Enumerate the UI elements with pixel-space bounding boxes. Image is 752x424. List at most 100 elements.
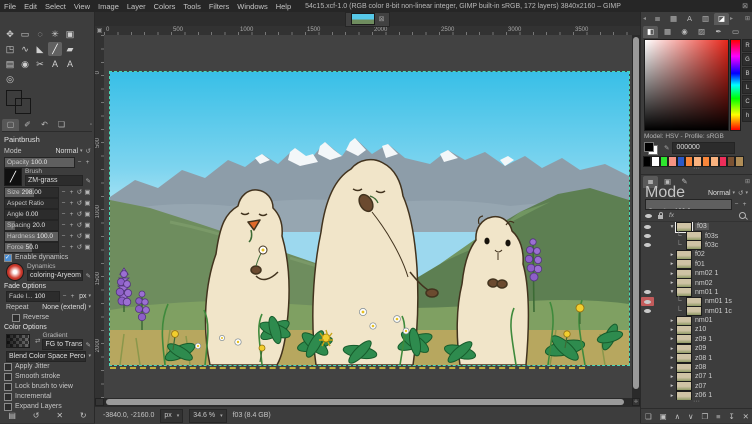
checkbox-icon[interactable] bbox=[4, 363, 12, 371]
expander-icon[interactable] bbox=[668, 355, 676, 361]
brush-thumbnail[interactable]: ╱ bbox=[4, 168, 22, 186]
layer-visibility-toggle[interactable] bbox=[641, 250, 654, 259]
layers-more[interactable]: ··· bbox=[641, 400, 752, 404]
layer-visibility-toggle[interactable] bbox=[641, 260, 654, 269]
bookmark-icon[interactable]: ▣ bbox=[84, 221, 91, 229]
saturation-value-square[interactable] bbox=[644, 39, 729, 131]
canvas-viewport[interactable] bbox=[104, 35, 632, 398]
palette-swatch[interactable] bbox=[727, 156, 735, 167]
dynamics-name[interactable]: coloring-Aryeom bbox=[27, 270, 83, 281]
layer-row[interactable]: f02 bbox=[641, 250, 752, 259]
raise-layer-button[interactable]: ∧ bbox=[675, 412, 681, 421]
horizontal-scrollbar[interactable] bbox=[104, 398, 632, 406]
layer-visibility-toggle[interactable] bbox=[641, 307, 654, 316]
scroll-left-icon[interactable]: ◂ bbox=[643, 15, 649, 22]
expander-icon[interactable] bbox=[668, 252, 676, 258]
decrement-button[interactable]: − bbox=[60, 211, 67, 218]
layer-row[interactable]: f01 bbox=[641, 260, 752, 269]
save-tool-preset-button[interactable]: ▤ bbox=[8, 411, 16, 420]
canvas-image[interactable] bbox=[110, 72, 629, 365]
delete-layer-button[interactable]: ✕ bbox=[743, 412, 749, 421]
menu-item[interactable]: View bbox=[70, 2, 94, 11]
expander-icon[interactable] bbox=[668, 280, 676, 286]
move-tool[interactable]: ✥ bbox=[3, 27, 17, 41]
menu-item[interactable]: Colors bbox=[150, 2, 180, 11]
menu-item[interactable]: Tools bbox=[179, 2, 205, 11]
layer-visibility-toggle[interactable] bbox=[641, 391, 654, 400]
opacity-slider[interactable]: Opacity 100.0 bbox=[4, 157, 75, 168]
option-slider[interactable]: Force 50.0 bbox=[4, 242, 59, 253]
expander-icon[interactable] bbox=[668, 383, 676, 389]
layer-row[interactable]: nm02 bbox=[641, 278, 752, 287]
edit-brush-icon[interactable]: ✎ bbox=[86, 177, 91, 185]
merge-layer-button[interactable]: ≡ bbox=[716, 412, 720, 421]
channel-button[interactable]: h bbox=[742, 109, 752, 122]
expander-icon[interactable] bbox=[668, 289, 676, 295]
layer-thumbnail[interactable] bbox=[676, 391, 692, 400]
fonts-tab[interactable]: A bbox=[682, 13, 697, 25]
checkbox-icon[interactable] bbox=[4, 383, 12, 391]
delete-tool-preset-button[interactable]: ✕ bbox=[56, 411, 63, 420]
bookmark-icon[interactable]: ▣ bbox=[84, 243, 91, 251]
checkbox-icon[interactable] bbox=[4, 393, 12, 401]
fuzzy-select-tool[interactable]: ✳ bbox=[48, 27, 62, 41]
layer-name[interactable]: f03c bbox=[705, 242, 718, 249]
new-group-button[interactable]: ▣ bbox=[660, 412, 667, 421]
layer-visibility-toggle[interactable] bbox=[641, 344, 654, 353]
increment-button[interactable]: + bbox=[68, 200, 75, 207]
layer-name[interactable]: nm01 bbox=[695, 317, 713, 324]
toggle-row[interactable]: Smooth stroke bbox=[4, 372, 91, 381]
image-tab[interactable]: ⊠ bbox=[345, 12, 391, 27]
layer-name[interactable]: nm02 bbox=[695, 280, 713, 287]
zoom-tool[interactable]: ◎ bbox=[3, 72, 17, 86]
fg-bg-mini-swatch[interactable] bbox=[644, 142, 658, 154]
layer-visibility-toggle[interactable] bbox=[641, 241, 654, 250]
layer-row[interactable]: f03 bbox=[641, 222, 752, 231]
layer-name[interactable]: z09 1 bbox=[695, 336, 712, 343]
layer-row[interactable]: nm02 1 bbox=[641, 269, 752, 278]
layer-visibility-toggle[interactable] bbox=[641, 297, 654, 306]
layer-name[interactable]: z08 bbox=[695, 364, 706, 371]
clone-tool[interactable]: ▤ bbox=[3, 57, 17, 71]
menu-item[interactable]: Edit bbox=[20, 2, 41, 11]
layer-row[interactable]: nm01 1c bbox=[641, 307, 752, 316]
toggle-row[interactable]: Lock brush to view bbox=[4, 382, 91, 391]
layer-name[interactable]: f03 bbox=[695, 223, 709, 230]
edit-color-icon[interactable]: ✎ bbox=[664, 144, 669, 152]
images-tab[interactable]: ❏ bbox=[53, 119, 70, 131]
layer-row[interactable]: z08 1 bbox=[641, 353, 752, 362]
checkbox-icon[interactable] bbox=[4, 373, 12, 381]
expander-icon[interactable] bbox=[668, 224, 676, 230]
bookmark-icon[interactable]: ▣ bbox=[84, 210, 91, 218]
expander-icon[interactable] bbox=[668, 346, 676, 352]
layer-name[interactable]: z07 1 bbox=[695, 373, 712, 380]
menu-item[interactable]: Filters bbox=[205, 2, 233, 11]
bookmark-icon[interactable]: ▣ bbox=[84, 232, 91, 240]
mode-reset-icon[interactable]: ↺ bbox=[86, 147, 91, 155]
fade-length-slider[interactable]: Fade l... 100 bbox=[6, 291, 60, 302]
undo-history-tab[interactable]: ↶ bbox=[36, 119, 53, 131]
palette-swatch[interactable] bbox=[702, 156, 710, 167]
reset-icon[interactable]: ↺ bbox=[76, 221, 83, 229]
expander-icon[interactable] bbox=[668, 393, 676, 399]
visibility-header-icon[interactable] bbox=[645, 214, 652, 218]
expander-icon[interactable] bbox=[668, 261, 676, 267]
expander-icon[interactable] bbox=[668, 336, 676, 342]
increment-button[interactable]: + bbox=[68, 189, 75, 196]
reset-icon[interactable]: ↺ bbox=[76, 243, 83, 251]
fg-bg-color-tab[interactable]: ◧ bbox=[643, 26, 658, 38]
warp-tool[interactable]: ∿ bbox=[18, 42, 32, 56]
fade-unit-dropdown[interactable]: px bbox=[79, 293, 86, 300]
layer-name[interactable]: nm01 1 bbox=[695, 289, 718, 296]
channel-button[interactable]: R bbox=[742, 39, 752, 52]
anchor-layer-button[interactable]: ↧ bbox=[728, 412, 734, 421]
layer-visibility-toggle[interactable] bbox=[641, 288, 654, 297]
palette-swatch[interactable] bbox=[668, 156, 676, 167]
effects-icon[interactable]: fx bbox=[669, 212, 674, 219]
quick-mask-toggle[interactable] bbox=[95, 398, 104, 406]
layer-row[interactable]: z10 bbox=[641, 325, 752, 334]
checkbox-icon[interactable] bbox=[12, 314, 20, 322]
free-select-tool[interactable]: ◌ bbox=[33, 27, 47, 41]
layer-row[interactable]: f03s bbox=[641, 231, 752, 240]
menu-item[interactable]: File bbox=[0, 2, 20, 11]
